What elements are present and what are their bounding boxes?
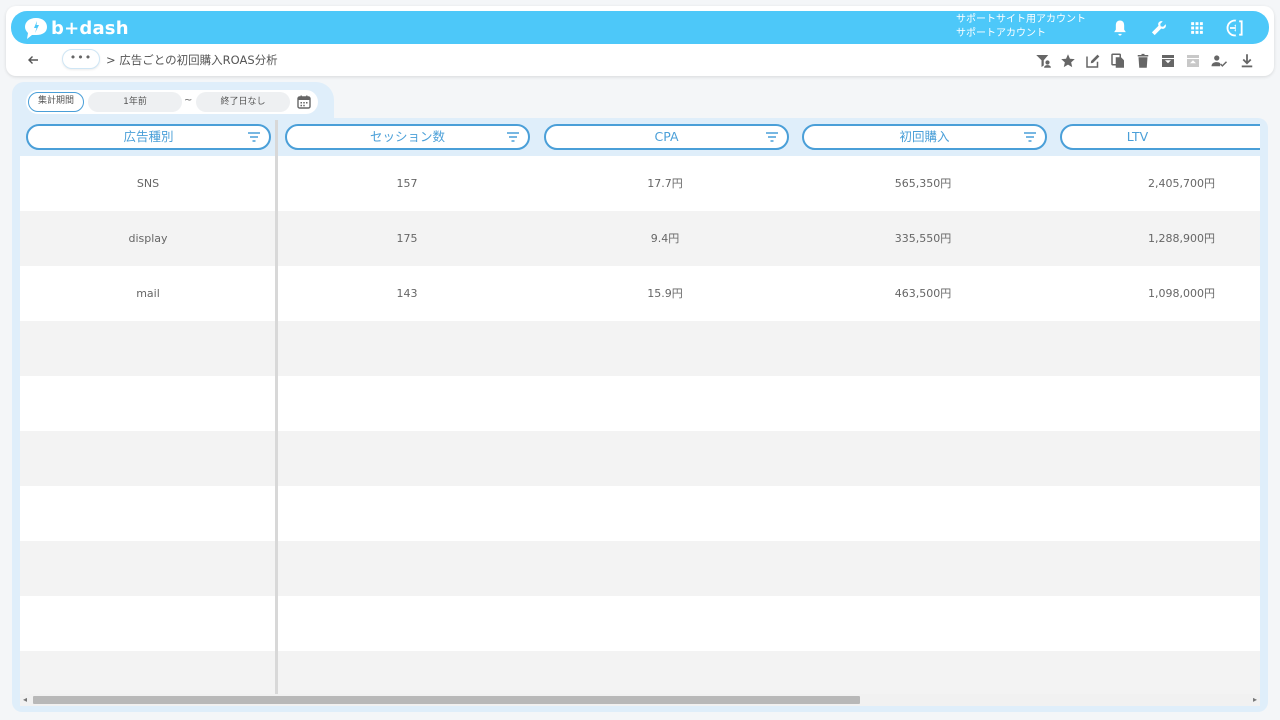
column-header-ad-type[interactable]: 広告種別	[26, 124, 271, 150]
cell-first-purchase: 335,550円	[894, 232, 952, 245]
account-info[interactable]: サポートサイト用アカウント サポートアカウント	[956, 13, 1086, 41]
filter-lines-icon[interactable]	[506, 131, 520, 143]
cell-ad-type: display	[128, 232, 168, 245]
account-user-name: サポートアカウント	[956, 28, 1046, 39]
cell-first-purchase: 463,500円	[894, 287, 952, 300]
breadcrumb-more-button[interactable]: •••	[62, 49, 100, 69]
period-end-field[interactable]: 終了日なし	[196, 92, 290, 112]
cell-ad-type: SNS	[136, 177, 160, 190]
scroll-right-icon[interactable]: ▸	[1253, 696, 1257, 704]
cell-sessions: 175	[396, 232, 418, 245]
filter-user-icon[interactable]	[1033, 51, 1053, 71]
logo-text: b+dash	[51, 17, 129, 39]
wrench-icon[interactable]	[1148, 17, 1170, 39]
empty-row	[20, 321, 1260, 376]
cell-cpa: 17.7円	[647, 177, 683, 190]
cell-cpa: 15.9円	[647, 287, 683, 300]
scrollbar-thumb[interactable]	[33, 696, 860, 704]
archive-icon[interactable]	[1158, 51, 1178, 71]
cell-sessions: 143	[396, 287, 418, 300]
breadcrumb-current: > 広告ごとの初回購入ROAS分析	[106, 52, 278, 68]
column-header-label: LTV	[1126, 129, 1149, 144]
filter-lines-icon[interactable]	[1023, 131, 1037, 143]
period-selector: 集計期間 1年前 ~ 終了日なし	[26, 90, 318, 114]
copy-icon[interactable]	[1108, 51, 1128, 71]
empty-row	[20, 376, 1260, 431]
table-row[interactable]: display 175 9.4円 335,550円 1,288,900円	[20, 211, 1260, 266]
empty-row	[20, 486, 1260, 541]
column-header-ltv[interactable]: LTV	[1060, 124, 1260, 150]
account-site-name: サポートサイト用アカウント	[956, 14, 1086, 25]
logo-bubble-icon	[25, 18, 47, 39]
unarchive-icon[interactable]	[1183, 51, 1203, 71]
column-header-first-purchase[interactable]: 初回購入	[802, 124, 1047, 150]
star-icon[interactable]	[1058, 51, 1078, 71]
table-header-row: 広告種別 セッション数 CPA 初回購入 LTV	[20, 120, 1260, 156]
apps-grid-icon[interactable]	[1186, 17, 1208, 39]
breadcrumb-separator: >	[106, 53, 116, 67]
bell-icon[interactable]	[1109, 17, 1131, 39]
cell-ltv: 1,098,000円	[1148, 287, 1215, 300]
filter-lines-icon[interactable]	[765, 131, 779, 143]
column-header-cpa[interactable]: CPA	[544, 124, 789, 150]
cell-ad-type: mail	[136, 287, 160, 300]
frozen-column-divider[interactable]	[275, 120, 278, 694]
data-table: 広告種別 セッション数 CPA 初回購入 LTV SNS 157 17.7円 5…	[20, 120, 1260, 694]
column-header-label: セッション数	[369, 129, 445, 144]
horizontal-scrollbar[interactable]: ◂ ▸	[20, 694, 1260, 706]
empty-row	[20, 431, 1260, 486]
period-label: 集計期間	[28, 92, 84, 112]
calendar-icon[interactable]	[296, 94, 312, 110]
column-header-label: 初回購入	[899, 129, 950, 144]
column-header-sessions[interactable]: セッション数	[285, 124, 530, 150]
back-arrow-icon[interactable]	[24, 51, 42, 69]
period-start-field[interactable]: 1年前	[88, 92, 182, 112]
page-title: 広告ごとの初回購入ROAS分析	[119, 53, 278, 67]
user-check-icon[interactable]	[1209, 51, 1229, 71]
column-header-label: CPA	[654, 129, 679, 144]
cell-ltv: 1,288,900円	[1148, 232, 1215, 245]
breadcrumb: ••• > 広告ごとの初回購入ROAS分析	[6, 48, 1274, 74]
empty-row	[20, 651, 1260, 694]
column-header-label: 広告種別	[123, 129, 174, 144]
table-row[interactable]: mail 143 15.9円 463,500円 1,098,000円	[20, 266, 1260, 321]
trash-icon[interactable]	[1133, 51, 1153, 71]
edit-icon[interactable]	[1083, 51, 1103, 71]
top-header-card: b+dash サポートサイト用アカウント サポートアカウント ••• > 広告ご…	[6, 6, 1274, 76]
download-icon[interactable]	[1237, 51, 1257, 71]
cell-cpa: 9.4円	[650, 232, 680, 245]
period-tilde: ~	[184, 95, 193, 106]
cell-sessions: 157	[396, 177, 418, 190]
scroll-left-icon[interactable]: ◂	[23, 696, 27, 704]
empty-row	[20, 596, 1260, 651]
logout-icon[interactable]	[1224, 17, 1246, 39]
table-row[interactable]: SNS 157 17.7円 565,350円 2,405,700円	[20, 156, 1260, 211]
filter-lines-icon[interactable]	[247, 131, 261, 143]
cell-ltv: 2,405,700円	[1148, 177, 1215, 190]
empty-row	[20, 541, 1260, 596]
app-logo[interactable]: b+dash	[23, 15, 129, 41]
cell-first-purchase: 565,350円	[894, 177, 952, 190]
app-bar: b+dash サポートサイト用アカウント サポートアカウント	[11, 11, 1269, 44]
